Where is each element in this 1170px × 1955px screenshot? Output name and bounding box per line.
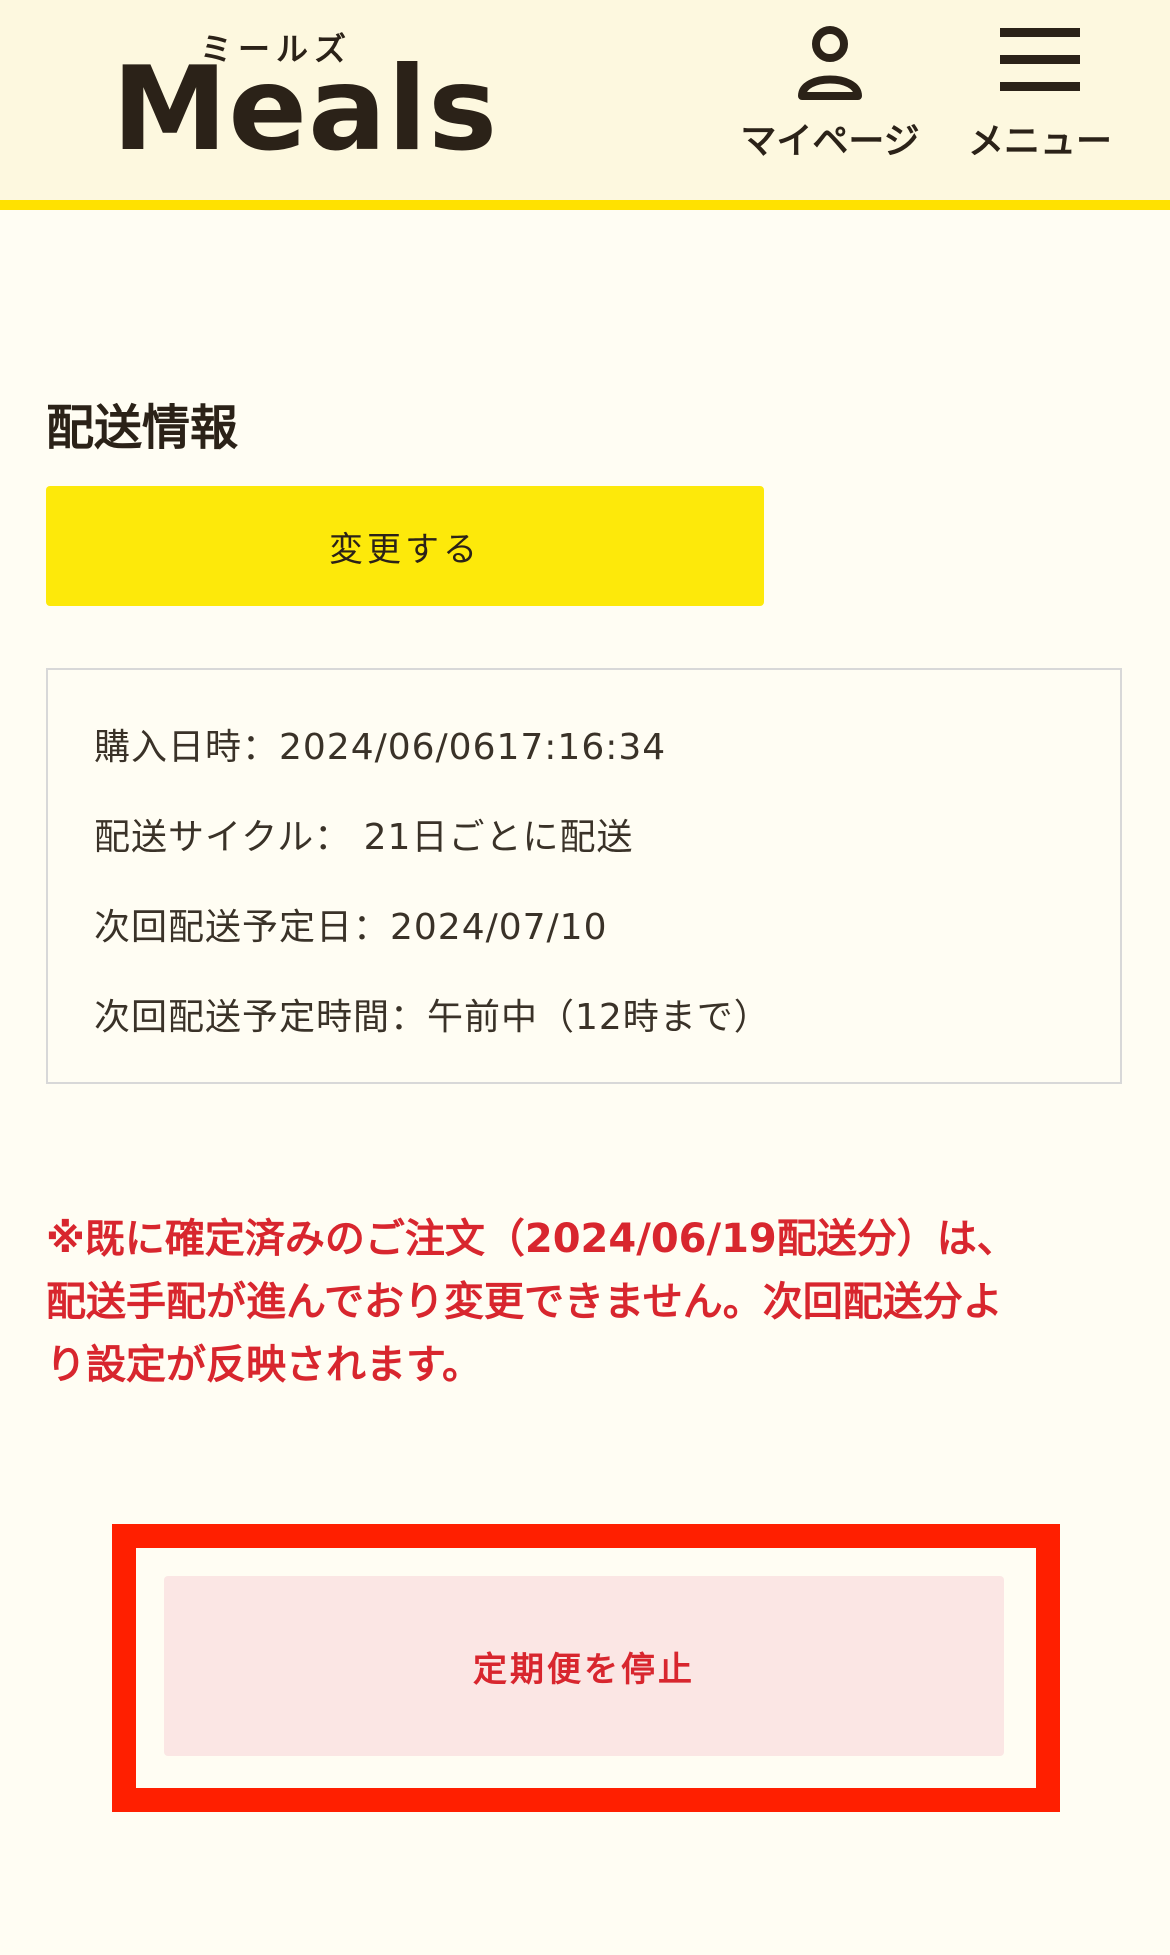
- notice-line: ※既に確定済みのご注文（2024/06/19配送分）は、: [46, 1216, 1017, 1262]
- warning-notice: ※既に確定済みのご注文（2024/06/19配送分）は、 配送手配が進んでおり変…: [46, 1208, 1136, 1397]
- menu-label: メニュー: [967, 121, 1112, 162]
- stop-subscription-button[interactable]: 定期便を停止: [164, 1576, 1004, 1756]
- next-delivery-time: 次回配送予定時間：午前中（12時まで）: [94, 997, 771, 1038]
- notice-line: り設定が反映されます。: [46, 1342, 482, 1388]
- page-title: 配送情報: [46, 400, 239, 456]
- delivery-info-box: 購入日時：2024/06/0617:16:34 配送サイクル： 21日ごとに配送…: [46, 668, 1122, 1084]
- next-delivery-date: 次回配送予定日：2024/07/10: [94, 907, 608, 948]
- mypage-label: マイページ: [740, 121, 920, 162]
- site-header: ミールズ Meals マイページ メニュー: [0, 0, 1170, 210]
- user-icon: [798, 26, 862, 100]
- mypage-button[interactable]: マイページ: [730, 24, 930, 164]
- meals-logo[interactable]: ミールズ Meals: [112, 24, 497, 174]
- logo-wordmark: Meals: [112, 42, 499, 177]
- notice-line: 配送手配が進んでおり変更できません。次回配送分よ: [46, 1279, 1003, 1325]
- purchase-datetime: 購入日時：2024/06/0617:16:34: [94, 727, 667, 768]
- delivery-cycle: 配送サイクル： 21日ごとに配送: [94, 817, 634, 858]
- hamburger-menu-icon: [1000, 28, 1080, 91]
- menu-button[interactable]: メニュー: [960, 24, 1120, 164]
- change-button[interactable]: 変更する: [46, 486, 764, 606]
